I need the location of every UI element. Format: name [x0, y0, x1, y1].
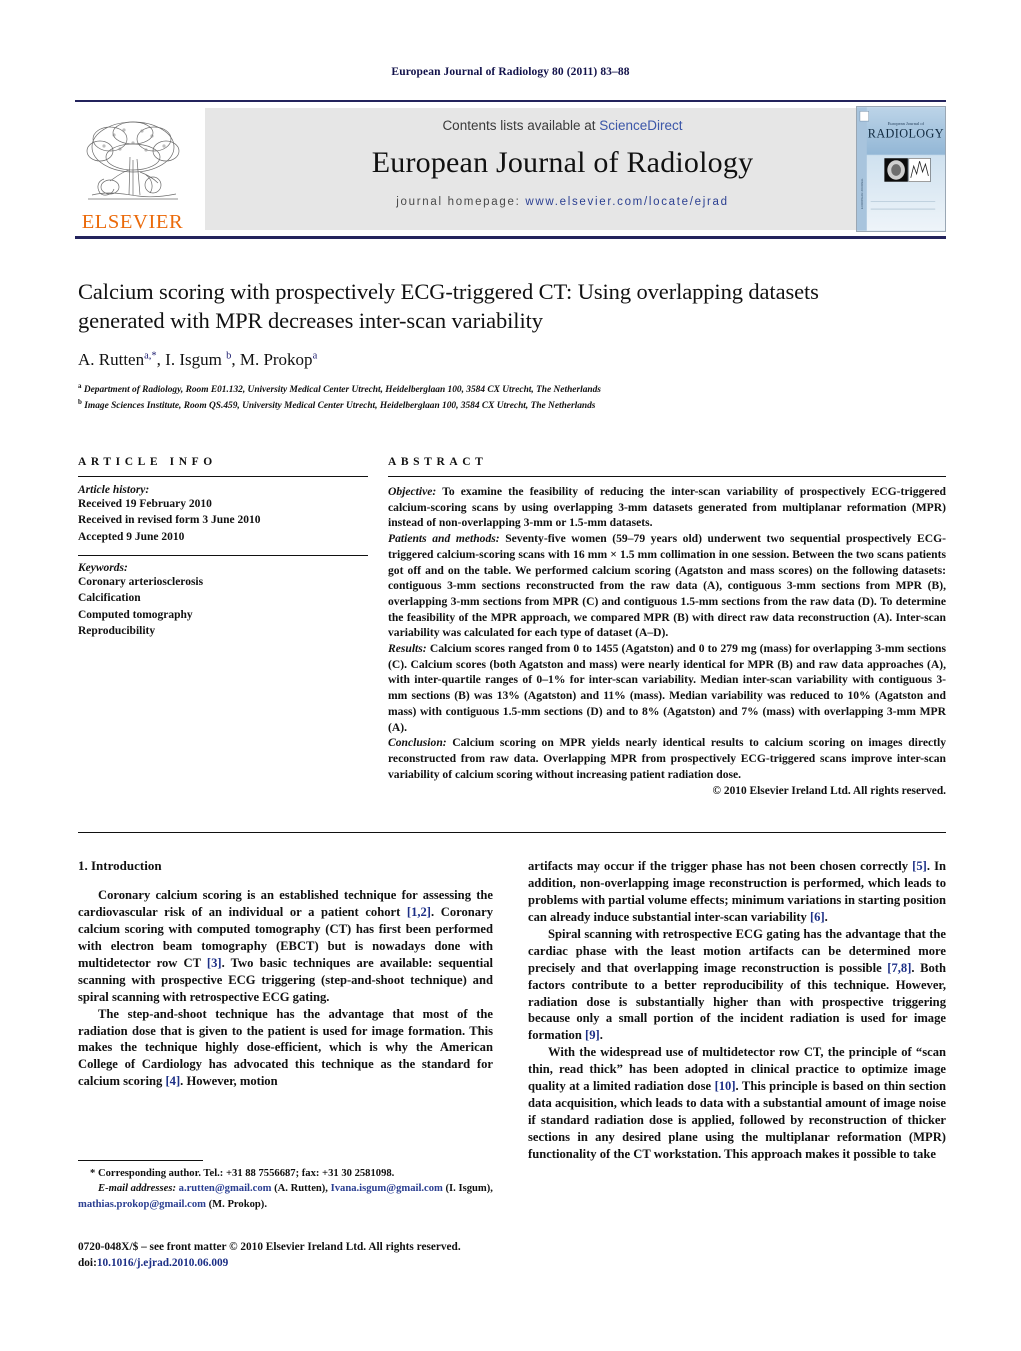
homepage-url-link[interactable]: www.elsevier.com/locate/ejrad [525, 196, 728, 208]
abstract-paragraph: Conclusion: Calcium scoring on MPR yield… [388, 736, 946, 781]
svg-text:EUROPEAN JOURNAL: EUROPEAN JOURNAL [860, 178, 864, 209]
section-heading-introduction: 1. Introduction [78, 858, 162, 873]
keywords-rule [78, 554, 368, 556]
abstract-paragraph: Results: Calcium scores ranged from 0 to… [388, 642, 946, 734]
journal-homepage-line: journal homepage: www.elsevier.com/locat… [396, 196, 728, 208]
keyword-item: Coronary arteriosclerosis [78, 575, 204, 588]
citation-reference[interactable]: [5] [912, 859, 927, 873]
right-column-paragraphs: artifacts may occur if the trigger phase… [528, 858, 946, 1163]
abstract-section: ABSTRACT Objective: To examine the feasi… [388, 456, 946, 797]
elsevier-wordmark: ELSEVIER [81, 210, 184, 233]
citation-reference[interactable]: [4] [165, 1074, 180, 1088]
article-history-item: Received in revised form 3 June 2010 [78, 514, 261, 527]
body-column-right: artifacts may occur if the trigger phase… [528, 858, 946, 1163]
article-history-label: Article history: [78, 484, 150, 496]
body-divider [78, 832, 946, 833]
article-info-section: ARTICLE INFO Article history: Received 1… [78, 456, 368, 639]
body-paragraph: Coronary calcium scoring is an establish… [78, 888, 493, 1004]
citation-reference[interactable]: [3] [207, 956, 222, 970]
page-title: Calcium scoring with prospectively ECG-t… [78, 279, 819, 333]
citation-reference[interactable]: [6] [810, 910, 825, 924]
keyword-item: Reproducibility [78, 624, 156, 637]
journal-title: European Journal of Radiology [371, 146, 754, 179]
corresponding-author-note: * Corresponding author. Tel.: +31 88 755… [90, 1168, 395, 1179]
author-list: A. Ruttena,*, I. Isgum b, M. Prokopa [78, 349, 318, 369]
journal-cover-thumbnail: European Journal of RADIOLOGY EUROPEAN J… [856, 106, 946, 232]
title-block: Calcium scoring with prospectively ECG-t… [78, 278, 878, 414]
keywords-lines: Coronary arteriosclerosis Calcification Co… [78, 574, 368, 639]
article-history-lines: Received 19 February 2010 Received in rev… [78, 496, 368, 545]
left-column-paragraphs: Coronary calcium scoring is an establish… [78, 887, 493, 1090]
doi-value[interactable]: 10.1016/j.ejrad.2010.06.009 [97, 1257, 228, 1269]
article-info-heading: ARTICLE INFO [78, 456, 217, 468]
footnote-zone: * Corresponding author. Tel.: +31 88 755… [78, 1160, 493, 1212]
body-column-left: 1. Introduction Coronary calcium scoring… [78, 858, 493, 1090]
keyword-item: Calcification [78, 592, 141, 605]
elsevier-tree-icon [86, 121, 179, 199]
sciencedirect-link[interactable]: ScienceDirect [599, 118, 682, 133]
journal-masthead: ELSEVIER Contents lists available at Sci… [75, 100, 946, 239]
abstract-paragraph: Patients and methods: Seventy-five women… [388, 532, 946, 640]
contents-available-line: Contents lists available at ScienceDirec… [442, 118, 682, 133]
affiliation-list: a Department of Radiology, Room E01.132,… [78, 381, 878, 415]
abstract-paragraph: Objective: To examine the feasibility of… [388, 485, 946, 530]
imprint-footer: 0720-048X/$ – see front matter © 2010 El… [78, 1240, 518, 1272]
body-paragraph: Spiral scanning with retrospective ECG g… [528, 926, 946, 1043]
keywords-label: Keywords: [78, 561, 128, 574]
imprint-front-matter: 0720-048X/$ – see front matter © 2010 El… [78, 1241, 461, 1253]
elsevier-logo: ELSEVIER [75, 107, 190, 232]
body-paragraph: The step-and-shoot technique has the adv… [78, 1006, 493, 1089]
email-addresses-note: E-mail addresses: a.rutten@gmail.com (A.… [78, 1183, 493, 1210]
email-link[interactable]: Ivana.isgum@gmail.com [331, 1183, 443, 1194]
abstract-body: Objective: To examine the feasibility of… [388, 484, 946, 782]
email-link[interactable]: mathias.prokop@gmail.com [78, 1199, 206, 1210]
affiliation-line: b Image Sciences Institute, Room QS.459,… [78, 398, 596, 412]
citation-reference[interactable]: [9] [585, 1028, 600, 1042]
footnote-rule [78, 1160, 203, 1161]
abstract-rule [388, 476, 946, 477]
cover-art: European Journal of RADIOLOGY EUROPEAN J… [857, 107, 945, 231]
citation-reference[interactable]: [10] [715, 1079, 736, 1093]
journal-article-page: European Journal of Radiology 80 (2011) … [0, 0, 1021, 1351]
abstract-heading: ABSTRACT [388, 456, 488, 468]
running-head: European Journal of Radiology 80 (2011) … [391, 66, 630, 78]
journal-band: Contents lists available at ScienceDirec… [205, 108, 920, 230]
svg-text:RADIOLOGY: RADIOLOGY [868, 127, 944, 141]
svg-text:European Journal of: European Journal of [888, 121, 925, 126]
article-history-item: Accepted 9 June 2010 [78, 530, 185, 543]
citation-reference[interactable]: [7,8] [887, 961, 911, 975]
keyword-item: Computed tomography [78, 608, 193, 621]
contents-prefix: Contents lists available at [442, 118, 600, 133]
citation-reference[interactable]: [1,2] [407, 905, 431, 919]
email-label: E-mail addresses: [98, 1183, 179, 1195]
body-paragraph: With the widespread use of multidetector… [528, 1045, 946, 1161]
article-history-item: Received 19 February 2010 [78, 498, 212, 510]
affiliation-line: a Department of Radiology, Room E01.132,… [78, 381, 601, 395]
doi-prefix: doi: [78, 1256, 97, 1269]
email-link[interactable]: a.rutten@gmail.com [179, 1183, 272, 1194]
imprint-doi: doi:10.1016/j.ejrad.2010.06.009 [78, 1256, 518, 1272]
article-info-rule [78, 476, 368, 477]
abstract-copyright: © 2010 Elsevier Ireland Ltd. All rights … [712, 785, 946, 798]
body-paragraph: artifacts may occur if the trigger phase… [528, 859, 947, 924]
homepage-label: journal homepage: [396, 196, 526, 208]
